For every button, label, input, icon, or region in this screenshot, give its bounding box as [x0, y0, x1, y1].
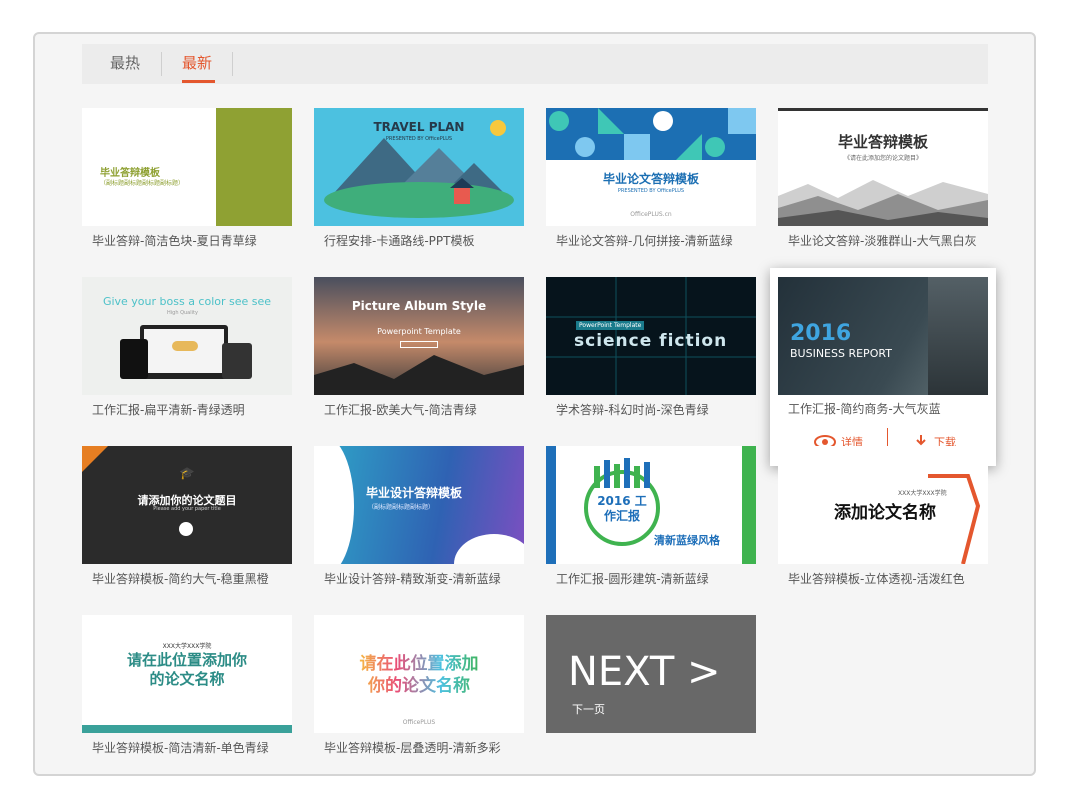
- template-caption[interactable]: 学术答辩-科幻时尚-深色青绿: [556, 401, 709, 418]
- template-thumbnail[interactable]: 2016 工作汇报 清新蓝绿风格: [546, 446, 756, 564]
- thumb-subtitle: Please add your paper title: [153, 506, 221, 512]
- thumb-subtitle: XXX大学XXX学院: [162, 643, 212, 650]
- thumb-title: 2016: [790, 321, 852, 346]
- template-caption[interactable]: 毕业答辩模板-立体透视-活泼红色: [788, 570, 965, 587]
- avatar: [179, 522, 193, 536]
- thumb-subtitle: BUSINESS REPORT: [790, 347, 892, 360]
- tab-bar: 最热 最新: [82, 44, 988, 84]
- next-label: NEXT >: [568, 649, 721, 695]
- thumb-subtitle: OfficePLUS: [402, 719, 436, 726]
- thumb-title: 请在此位置添加你的论文名称: [127, 651, 248, 688]
- template-caption[interactable]: 毕业答辩-简洁色块-夏日青草绿: [92, 232, 257, 249]
- thumb-title: 毕业设计答辩模板: [366, 486, 463, 500]
- template-caption[interactable]: 毕业论文答辩-淡雅群山-大气黑白灰: [788, 232, 977, 249]
- thumb-subtitle: （副标题副标题副标题）: [368, 504, 435, 511]
- watermark-text: OfficePLUS.cn: [630, 211, 672, 218]
- thumb-title: 2016 工作汇报: [597, 494, 647, 523]
- template-caption[interactable]: 工作汇报-欧美大气-简洁青绿: [324, 401, 477, 418]
- template-caption[interactable]: 毕业答辩模板-层叠透明-清新多彩: [324, 739, 501, 756]
- template-thumbnail[interactable]: PowerPoint Template science fiction: [546, 277, 756, 395]
- template-thumbnail[interactable]: 请在此位置添加你的论文名称 OfficePLUS: [314, 615, 524, 733]
- next-sublabel: 下一页: [572, 703, 605, 716]
- template-caption[interactable]: 工作汇报-圆形建筑-清新蓝绿: [556, 570, 709, 587]
- tab-newest[interactable]: 最新: [182, 44, 212, 84]
- tab-separator: [232, 52, 233, 76]
- template-thumbnail[interactable]: TRAVEL PLAN PRESENTED BY OfficePLUS: [314, 108, 524, 226]
- thumb-subtitle: 清新蓝绿风格: [654, 534, 720, 547]
- template-thumbnail[interactable]: XXX大学XXX学院 添加论文名称: [778, 446, 988, 564]
- thumb-title: 毕业答辩模板: [837, 133, 928, 151]
- template-card-hovered[interactable]: 2016 BUSINESS REPORT 工作汇报-简约商务-大气灰蓝 详情 下…: [770, 268, 996, 466]
- template-thumbnail[interactable]: 🎓 请添加你的论文题目 Please add your paper title: [82, 446, 292, 564]
- mountains-illustration: [314, 355, 524, 395]
- thumb-title: 毕业答辩模板: [100, 168, 160, 179]
- template-thumbnail[interactable]: 毕业答辩模板 《请在此添加您的论文题目》: [778, 108, 988, 226]
- template-thumbnail[interactable]: 毕业答辩模板 （副标题副标题副标题副标题）: [82, 108, 292, 226]
- template-caption[interactable]: 毕业答辩模板-简洁清新-单色青绿: [92, 739, 269, 756]
- thumb-subtitle: XXX大学XXX学院: [898, 490, 947, 497]
- template-thumbnail[interactable]: Give your boss a color see see High Qual…: [82, 277, 292, 395]
- template-thumbnail[interactable]: Picture Album Style Powerpoint Template: [314, 277, 524, 395]
- next-page-button[interactable]: NEXT > 下一页: [546, 615, 756, 733]
- thumb-subtitle: Powerpoint Template: [377, 327, 461, 336]
- thumb-subtitle: 《请在此添加您的论文题目》: [843, 155, 922, 162]
- tab-separator: [161, 52, 162, 76]
- template-thumbnail[interactable]: 毕业论文答辩模板 PRESENTED BY OfficePLUS OfficeP…: [546, 108, 756, 226]
- thumb-title: 请在此位置添加你的论文名称: [354, 653, 484, 697]
- thumb-subtitle: PowerPoint Template: [576, 321, 645, 330]
- tab-hottest[interactable]: 最热: [110, 44, 140, 84]
- template-thumbnail[interactable]: XXX大学XXX学院 请在此位置添加你的论文名称: [82, 615, 292, 733]
- template-caption[interactable]: 行程安排-卡通路线-PPT模板: [324, 232, 474, 249]
- thumb-subtitle: High Quality: [167, 310, 198, 316]
- active-tab-indicator: [182, 80, 215, 83]
- template-caption[interactable]: 毕业论文答辩-几何拼接-清新蓝绿: [556, 232, 733, 249]
- template-caption[interactable]: 毕业答辩模板-简约大气-稳重黑橙: [92, 570, 269, 587]
- thumb-title: 毕业论文答辩模板: [602, 172, 699, 186]
- template-caption[interactable]: 毕业设计答辩-精致渐变-清新蓝绿: [324, 570, 501, 587]
- thumb-title: science fiction: [574, 331, 728, 351]
- graduation-cap-icon: 🎓: [179, 466, 195, 480]
- thumb-title: 添加论文名称: [834, 503, 936, 523]
- mountains-illustration: [324, 138, 514, 218]
- mountains-illustration: [778, 180, 988, 226]
- thumb-subtitle: （副标题副标题副标题副标题）: [100, 180, 185, 187]
- thumb-title: Picture Album Style: [351, 299, 487, 313]
- thumb-title: Give your boss a color see see: [102, 295, 272, 308]
- template-caption[interactable]: 工作汇报-简约商务-大气灰蓝: [788, 400, 941, 417]
- geometric-pattern: [546, 108, 756, 160]
- template-thumbnail[interactable]: 2016 BUSINESS REPORT: [778, 277, 988, 395]
- template-caption[interactable]: 工作汇报-扁平清新-青绿透明: [92, 401, 245, 418]
- template-thumbnail[interactable]: 毕业设计答辩模板 （副标题副标题副标题）: [314, 446, 524, 564]
- thumb-subtitle: PRESENTED BY OfficePLUS: [617, 188, 685, 194]
